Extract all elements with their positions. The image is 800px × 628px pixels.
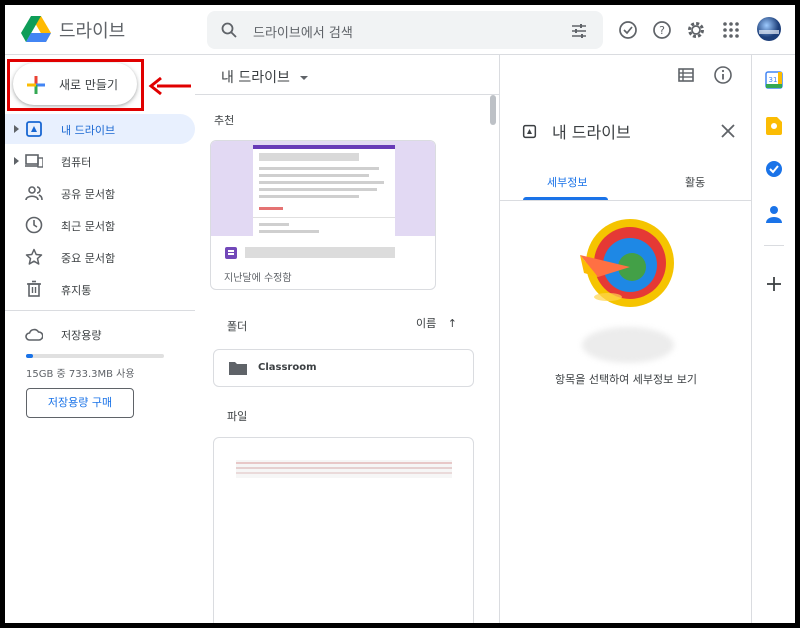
tab-activity[interactable]: 활동: [685, 174, 705, 190]
sidebar-item-shared[interactable]: 공유 문서함: [5, 178, 195, 208]
annotation-arrow-icon: [148, 76, 191, 96]
settings-gear-icon[interactable]: [685, 19, 707, 41]
form-preview: [253, 145, 395, 236]
drive-logo-icon[interactable]: [21, 16, 51, 43]
contacts-icon[interactable]: [766, 205, 782, 223]
sidebar-item-label: 최근 문서함: [61, 220, 116, 233]
sidebar-item-starred[interactable]: 중요 문서함: [5, 242, 195, 272]
sidebar-item-label: 내 드라이브: [61, 124, 116, 137]
trash-icon: [27, 280, 41, 297]
preview-line: [259, 195, 359, 198]
storage-progress-fill: [26, 354, 33, 358]
main-toolbar-divider: [195, 94, 499, 95]
preview-line: [259, 223, 289, 226]
arrow-up-icon[interactable]: ↑: [448, 317, 457, 330]
sidebar-item-label: 공유 문서함: [61, 188, 116, 201]
file-thumbnail: [211, 141, 435, 236]
my-drive-icon: [26, 121, 42, 137]
blurred-spreadsheet-preview: [236, 460, 452, 478]
star-icon: [25, 248, 43, 265]
apps-grid-icon[interactable]: [720, 19, 742, 41]
expand-caret-icon[interactable]: [14, 125, 19, 133]
buy-storage-button[interactable]: 저장용량 구매: [26, 388, 134, 418]
preview-line: [259, 207, 283, 210]
preview-row: [236, 462, 452, 464]
sidebar-item-label: 컴퓨터: [61, 156, 92, 169]
file-modified-text: 지난달에 수정함: [224, 273, 292, 284]
empty-details-text: 항목을 선택하여 세부정보 보기: [554, 373, 698, 386]
add-addon-plus-icon[interactable]: [767, 277, 781, 291]
drive-window: 드라이브 드라이브에서 검색 ? 새로 만들기 내 드라이브 컴퓨터 공유 문서…: [5, 5, 795, 623]
details-title: 내 드라이브: [552, 123, 631, 142]
empty-state-illustration: [580, 219, 674, 307]
keep-icon[interactable]: [766, 117, 782, 135]
preview-line: [259, 230, 319, 233]
sidebar-item-recent[interactable]: 최근 문서함: [5, 210, 195, 240]
rail-divider: [764, 245, 784, 246]
side-apps-rail: 31: [751, 55, 795, 623]
page-title-text: 내 드라이브: [221, 70, 290, 86]
folder-name: Classroom: [258, 362, 317, 373]
tabs-divider: [500, 200, 752, 201]
folder-item[interactable]: Classroom: [213, 349, 474, 387]
app-name: 드라이브: [59, 21, 126, 42]
sidebar-item-trash[interactable]: 휴지통: [5, 274, 195, 304]
sidebar-item-storage[interactable]: 저장용량: [5, 319, 195, 349]
annotation-highlight-box: [7, 59, 144, 111]
file-card[interactable]: [213, 437, 474, 623]
search-input[interactable]: 드라이브에서 검색: [253, 22, 353, 41]
folders-section-label: 폴더: [227, 320, 248, 333]
expand-caret-icon[interactable]: [14, 157, 19, 165]
cloud-icon: [25, 328, 43, 341]
preview-row: [236, 472, 452, 474]
computer-icon: [25, 154, 43, 168]
calendar-day: 31: [769, 76, 778, 84]
blurred-text: [259, 153, 359, 161]
forms-icon: [225, 247, 237, 259]
sort-label: 이름: [416, 317, 437, 330]
search-options-icon[interactable]: [571, 23, 587, 39]
storage-progress-bar: [26, 354, 164, 358]
tab-details[interactable]: 세부정보: [547, 174, 587, 190]
suggested-section-label: 추천: [214, 114, 235, 127]
sidebar-item-label: 저장용량: [61, 329, 102, 342]
page-title[interactable]: 내 드라이브: [221, 67, 309, 87]
shared-icon: [25, 186, 43, 201]
preview-divider: [253, 217, 395, 218]
search-icon[interactable]: [221, 22, 237, 38]
sidebar-item-computers[interactable]: 컴퓨터: [5, 146, 195, 176]
calendar-icon[interactable]: 31: [765, 71, 783, 89]
svg-text:?: ?: [659, 24, 665, 37]
clock-icon: [25, 216, 43, 234]
search-bar[interactable]: 드라이브에서 검색: [207, 11, 603, 49]
blurred-file-name: [245, 247, 395, 258]
preview-line: [259, 188, 377, 191]
suggested-file-card[interactable]: 지난달에 수정함: [210, 140, 436, 290]
sidebar-divider: [5, 310, 195, 311]
preview-row: [236, 467, 452, 469]
sidebar-item-my-drive[interactable]: 내 드라이브: [5, 114, 195, 144]
sidebar-item-label: 휴지통: [61, 284, 92, 297]
my-drive-icon: [522, 124, 537, 139]
chevron-down-icon[interactable]: [300, 76, 309, 80]
sort-by-name[interactable]: 이름 ↑: [416, 315, 457, 331]
blurred-shadow: [582, 327, 674, 363]
close-icon[interactable]: [721, 124, 735, 138]
top-bar: 드라이브 드라이브에서 검색 ?: [5, 5, 795, 55]
storage-usage-text: 15GB 중 733.3MB 사용: [26, 369, 135, 380]
preview-line: [259, 181, 384, 184]
preview-line: [259, 167, 379, 170]
preview-line: [259, 174, 369, 177]
main-scrollbar-thumb[interactable]: [490, 95, 496, 125]
help-icon[interactable]: ?: [651, 19, 673, 41]
account-avatar[interactable]: [756, 16, 782, 42]
sidebar-item-label: 중요 문서함: [61, 252, 116, 265]
tasks-icon[interactable]: [765, 160, 783, 178]
details-panel: 내 드라이브 세부정보 활동 항목을 선택하여 세부정보 보기: [499, 55, 752, 623]
files-section-label: 파일: [227, 410, 248, 423]
folder-icon: [229, 362, 247, 375]
offline-ready-icon[interactable]: [617, 19, 639, 41]
